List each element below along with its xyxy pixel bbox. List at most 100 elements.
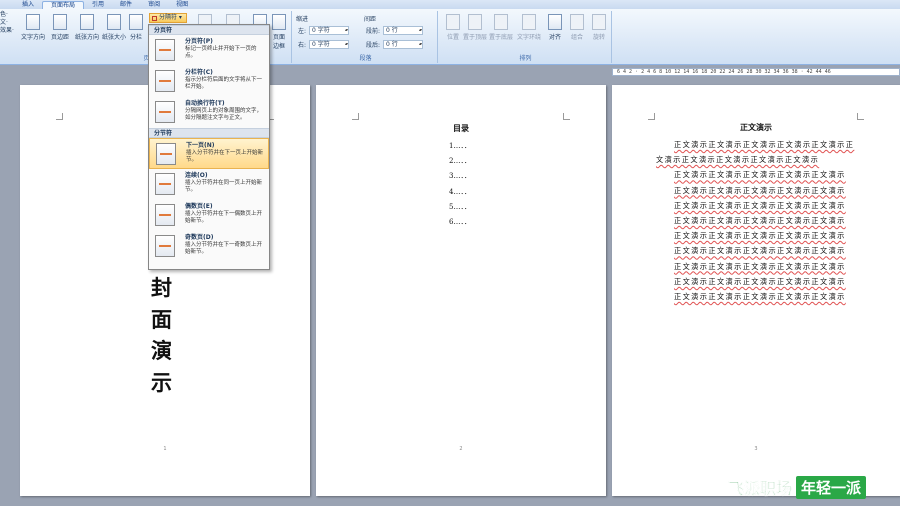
page-number: 2 — [459, 446, 463, 452]
text-wrapping-break-icon — [155, 101, 175, 123]
body-paragraph: 正文演示正文演示正文演示正文演示正文演示 — [674, 292, 846, 302]
toc-item[interactable]: 6…．． — [449, 215, 471, 230]
indent-left-label: 左: — [298, 28, 307, 35]
toc-list: 1…．． 2…．． 3…．． 4…．． 5…．． 6…．． — [449, 139, 471, 230]
next-page-icon — [156, 143, 176, 165]
menu-item-next-page[interactable]: 下一页(N) 插入分节符并在下一页上开始新节。 — [149, 138, 269, 169]
indent-heading: 缩进 — [296, 16, 309, 23]
theme-fonts-label[interactable]: 文· — [0, 19, 18, 27]
send-back-button[interactable]: 置于底层 — [488, 14, 514, 41]
breaks-menu: 分页符 分页符(P) 标记一页终止并开始下一页的点。 分栏符(C) 指示分栏符后… — [148, 24, 270, 270]
ribbon: 色· 文· 效果· 文字方向 页边距 纸张方向 纸张大小 分栏 页面 边框 页面… — [0, 9, 900, 65]
tab-insert[interactable]: 插入 — [14, 1, 42, 9]
menu-item-even-page[interactable]: 偶数页(E) 插入分节符并在下一偶数页上开始新节。 — [149, 200, 269, 231]
spacing-before-row: 段前: 0 行 — [366, 26, 424, 35]
body-paragraph: 正文演示正文演示正文演示正文演示正文演示 — [674, 276, 846, 286]
tab-view[interactable]: 视图 — [168, 1, 196, 9]
body-paragraph: 正文演示正文演示正文演示正文演示正文演示 — [674, 200, 846, 210]
arrange-label: 排列 — [519, 55, 532, 62]
ribbon-tabs: 插入 页面布局 引用 邮件 审阅 视图 — [0, 0, 900, 9]
columns-icon — [129, 14, 143, 30]
margin-corner — [648, 113, 655, 120]
paragraph-group: 缩进 左: 0 字符 右: 0 字符 间距 段前: 0 行 段后: 0 行 段落 — [294, 11, 438, 63]
tab-review[interactable]: 审阅 — [140, 1, 168, 9]
toc-item[interactable]: 4…．． — [449, 185, 471, 200]
brand-watermark: 飞派职场 年轻一派 — [728, 475, 867, 499]
arrange-group: 位置 置于顶层 置于底层 文字环绕 对齐 组合 旋转 排列 — [440, 11, 612, 63]
bring-front-icon — [468, 14, 482, 30]
size-button[interactable]: 纸张大小 — [101, 14, 127, 41]
text-wrap-button[interactable]: 文字环绕 — [516, 14, 542, 41]
section-breaks-header: 分节符 — [149, 128, 269, 138]
menu-item-continuous[interactable]: 连续(O) 插入分节符并在同一页上开始新节。 — [149, 169, 269, 200]
toc-item[interactable]: 3…．． — [449, 169, 471, 184]
bring-front-button[interactable]: 置于顶层 — [462, 14, 488, 41]
menu-item-page-break[interactable]: 分页符(P) 标记一页终止并开始下一页的点。 — [149, 35, 269, 66]
text-direction-button[interactable]: 文字方向 — [20, 14, 46, 41]
toc-item[interactable]: 1…．． — [449, 139, 471, 154]
body-text[interactable]: 正文演示正文演示正文演示正文演示正文演示正文演示正文演示正文演示正文演示正文演示… — [656, 137, 860, 304]
body-paragraph: 正文演示正文演示正文演示正文演示正文演示 — [674, 246, 846, 256]
page-break-icon — [155, 39, 175, 61]
page-number: 3 — [754, 446, 758, 452]
watermark-left-text: 飞派职场 — [728, 479, 793, 498]
spacing-before-label: 段前: — [366, 28, 381, 35]
spacing-before-input[interactable]: 0 行 — [383, 26, 424, 35]
menu-item-column-break[interactable]: 分栏符(C) 指示分栏符后面的文字将从下一栏开始。 — [149, 66, 269, 97]
page-number: 1 — [163, 446, 167, 452]
horizontal-ruler[interactable]: 6 4 2 · 2 4 6 8 10 12 14 16 18 20 22 24 … — [612, 68, 900, 76]
paragraph-label: 段落 — [359, 55, 372, 62]
indent-right-label: 右: — [298, 42, 307, 49]
spacing-heading: 间距 — [364, 16, 377, 23]
orientation-icon — [80, 14, 94, 30]
group-icon — [570, 14, 584, 30]
send-back-icon — [494, 14, 508, 30]
tab-page-layout[interactable]: 页面布局 — [42, 1, 85, 9]
toc-title: 目录 — [453, 123, 469, 133]
toc-item[interactable]: 2…．． — [449, 154, 471, 169]
cover-title: 封面演示 — [151, 275, 172, 395]
menu-item-odd-page[interactable]: 奇数页(D) 插入分节符并在下一奇数页上开始新节。 — [149, 231, 269, 262]
toc-item[interactable]: 5…．． — [449, 200, 471, 215]
page-body: 正文演示 正文演示正文演示正文演示正文演示正文演示正文演示正文演示正文演示正文演… — [612, 85, 900, 496]
tab-mailings[interactable]: 邮件 — [112, 1, 140, 9]
indent-left-input[interactable]: 0 字符 — [309, 26, 350, 35]
indent-right-row: 右: 0 字符 — [298, 40, 350, 49]
theme-effects-label[interactable]: 效果· — [0, 27, 18, 35]
even-page-icon — [155, 204, 175, 226]
tab-references[interactable]: 引用 — [84, 1, 112, 9]
align-icon — [548, 14, 562, 30]
menu-item-text-wrapping[interactable]: 自动换行符(T) 分隔网页上的对象周围的文字，如分隔题注文字与正文。 — [149, 97, 269, 128]
body-paragraph: 正文演示正文演示正文演示正文演示正文演示 — [674, 261, 846, 271]
margins-icon — [53, 14, 67, 30]
odd-page-icon — [155, 235, 175, 257]
breaks-icon — [152, 16, 157, 21]
paper-size-icon — [107, 14, 121, 30]
spacing-after-input[interactable]: 0 行 — [383, 40, 424, 49]
column-break-icon — [155, 70, 175, 92]
indent-left-row: 左: 0 字符 — [298, 26, 350, 35]
body-paragraph: 正文演示正文演示正文演示正文演示正文演示 — [674, 216, 846, 226]
rotate-button[interactable]: 旋转 — [586, 14, 612, 41]
page-toc: 目录 1…．． 2…．． 3…．． 4…．． 5…．． 6…．． 2 — [316, 85, 606, 496]
watermark-right-text: 年轻一派 — [796, 475, 867, 499]
margin-corner — [352, 113, 359, 120]
continuous-icon — [155, 173, 175, 195]
indent-right-input[interactable]: 0 字符 — [309, 40, 350, 49]
margin-corner — [857, 113, 864, 120]
margin-corner — [563, 113, 570, 120]
breaks-dropdown-button[interactable]: 分隔符 ▾ — [149, 13, 187, 23]
margins-button[interactable]: 页边距 — [47, 14, 73, 41]
position-icon — [446, 14, 460, 30]
orientation-button[interactable]: 纸张方向 — [74, 14, 100, 41]
body-title: 正文演示 — [740, 122, 772, 132]
columns-button[interactable]: 分栏 — [125, 14, 147, 41]
page-borders-icon — [272, 14, 286, 30]
text-direction-icon — [26, 14, 40, 30]
theme-strip[interactable]: 色· 文· 效果· — [0, 11, 18, 35]
theme-colors-label[interactable]: 色· — [0, 11, 18, 19]
body-paragraph: 正文演示正文演示正文演示正文演示正文演示 — [674, 170, 846, 180]
page-breaks-header: 分页符 — [149, 25, 269, 35]
rotate-icon — [592, 14, 606, 30]
spacing-after-label: 段后: — [366, 42, 381, 49]
